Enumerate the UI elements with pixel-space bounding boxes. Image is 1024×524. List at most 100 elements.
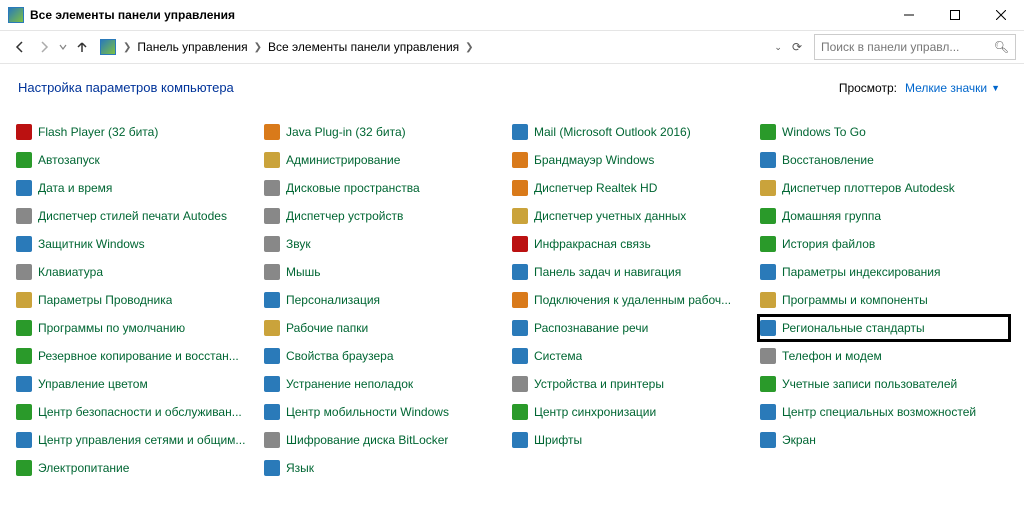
item-icon — [760, 320, 776, 336]
title-bar: Все элементы панели управления — [0, 0, 1024, 30]
item-label: Mail (Microsoft Outlook 2016) — [534, 125, 691, 139]
control-panel-item[interactable]: Диспетчер плоттеров Autodesk — [760, 177, 1008, 199]
control-panel-item[interactable]: Диспетчер стилей печати Autodes — [16, 205, 264, 227]
item-label: Домашняя группа — [782, 209, 881, 223]
maximize-button[interactable] — [932, 0, 978, 30]
control-panel-item[interactable]: Шифрование диска BitLocker — [264, 429, 512, 451]
control-panel-item[interactable]: Параметры Проводника — [16, 289, 264, 311]
control-panel-item[interactable]: Распознавание речи — [512, 317, 760, 339]
item-label: Шрифты — [534, 433, 582, 447]
control-panel-item[interactable]: Звук — [264, 233, 512, 255]
item-label: Программы и компоненты — [782, 293, 928, 307]
control-panel-item[interactable]: Шрифты — [512, 429, 760, 451]
control-panel-item[interactable]: Экран — [760, 429, 1008, 451]
breadcrumb-sep-icon: ❯ — [251, 42, 265, 53]
control-panel-item[interactable]: Брандмауэр Windows — [512, 149, 760, 171]
control-panel-item[interactable]: Рабочие папки — [264, 317, 512, 339]
item-icon — [264, 236, 280, 252]
control-panel-item[interactable]: Дата и время — [16, 177, 264, 199]
control-panel-item[interactable]: Восстановление — [760, 149, 1008, 171]
close-button[interactable] — [978, 0, 1024, 30]
control-panel-item[interactable]: Домашняя группа — [760, 205, 1008, 227]
control-panel-item[interactable]: Java Plug-in (32 бита) — [264, 121, 512, 143]
item-icon — [760, 124, 776, 140]
control-panel-item[interactable]: Центр мобильности Windows — [264, 401, 512, 423]
item-icon — [760, 264, 776, 280]
control-panel-item[interactable]: Устройства и принтеры — [512, 373, 760, 395]
item-label: Администрирование — [286, 153, 400, 167]
control-panel-item[interactable]: Персонализация — [264, 289, 512, 311]
item-label: Панель задач и навигация — [534, 265, 681, 279]
item-label: Диспетчер стилей печати Autodes — [38, 209, 227, 223]
control-panel-item[interactable]: Центр специальных возможностей — [760, 401, 1008, 423]
up-button[interactable] — [70, 35, 94, 59]
control-panel-item[interactable]: Система — [512, 345, 760, 367]
recent-locations-button[interactable] — [56, 35, 70, 59]
control-panel-item[interactable]: Клавиатура — [16, 261, 264, 283]
control-panel-item[interactable]: Администрирование — [264, 149, 512, 171]
breadcrumb-current[interactable]: Все элементы панели управления — [265, 40, 462, 54]
items-grid: Flash Player (32 бита) Java Plug-in (32 б… — [0, 103, 1024, 479]
control-panel-item[interactable]: Mail (Microsoft Outlook 2016) — [512, 121, 760, 143]
control-panel-item[interactable]: Панель задач и навигация — [512, 261, 760, 283]
item-label: Flash Player (32 бита) — [38, 125, 158, 139]
forward-button[interactable] — [32, 35, 56, 59]
control-panel-item[interactable]: Параметры индексирования — [760, 261, 1008, 283]
control-panel-item[interactable]: Центр синхронизации — [512, 401, 760, 423]
control-panel-item[interactable]: Windows To Go — [760, 121, 1008, 143]
item-icon — [264, 320, 280, 336]
control-panel-item[interactable]: Диспетчер устройств — [264, 205, 512, 227]
refresh-icon[interactable]: ⟳ — [792, 40, 802, 54]
item-icon — [760, 236, 776, 252]
control-panel-item[interactable]: Региональные стандарты — [760, 317, 1008, 339]
control-panel-item[interactable]: Учетные записи пользователей — [760, 373, 1008, 395]
control-panel-item[interactable]: Телефон и модем — [760, 345, 1008, 367]
control-panel-item[interactable]: Диспетчер Realtek HD — [512, 177, 760, 199]
item-label: Центр управления сетями и общим... — [38, 433, 245, 447]
item-label: История файлов — [782, 237, 875, 251]
item-label: Клавиатура — [38, 265, 103, 279]
item-icon — [16, 348, 32, 364]
view-selector[interactable]: Мелкие значки ▼ — [905, 81, 1000, 95]
control-panel-item[interactable]: Резервное копирование и восстан... — [16, 345, 264, 367]
search-placeholder: Поиск в панели управл... — [821, 40, 959, 54]
item-label: Дисковые пространства — [286, 181, 420, 195]
item-icon — [512, 320, 528, 336]
breadcrumb-root[interactable]: Панель управления — [134, 40, 250, 54]
control-panel-item[interactable]: Центр безопасности и обслуживан... — [16, 401, 264, 423]
control-panel-item[interactable]: Flash Player (32 бита) — [16, 121, 264, 143]
control-panel-item[interactable]: Язык — [264, 457, 512, 479]
item-icon — [16, 292, 32, 308]
control-panel-item[interactable]: Программы и компоненты — [760, 289, 1008, 311]
item-icon — [760, 432, 776, 448]
control-panel-item[interactable]: Диспетчер учетных данных — [512, 205, 760, 227]
control-panel-item[interactable]: Свойства браузера — [264, 345, 512, 367]
address-bar[interactable]: ❯ Панель управления ❯ Все элементы панел… — [100, 35, 808, 59]
address-control-panel-icon — [100, 39, 116, 55]
control-panel-item[interactable]: Инфракрасная связь — [512, 233, 760, 255]
control-panel-item[interactable]: Мышь — [264, 261, 512, 283]
control-panel-item[interactable]: Устранение неполадок — [264, 373, 512, 395]
item-label: Управление цветом — [38, 377, 148, 391]
item-label: Центр мобильности Windows — [286, 405, 449, 419]
control-panel-item[interactable]: Защитник Windows — [16, 233, 264, 255]
control-panel-item[interactable]: Автозапуск — [16, 149, 264, 171]
address-dropdown-icon[interactable]: ⌄ — [774, 42, 782, 53]
control-panel-item[interactable]: История файлов — [760, 233, 1008, 255]
control-panel-item[interactable]: Подключения к удаленным рабоч... — [512, 289, 760, 311]
minimize-button[interactable] — [886, 0, 932, 30]
window-title: Все элементы панели управления — [30, 8, 235, 22]
control-panel-item[interactable]: Электропитание — [16, 457, 264, 479]
item-label: Подключения к удаленным рабоч... — [534, 293, 731, 307]
control-panel-item[interactable]: Программы по умолчанию — [16, 317, 264, 339]
search-input[interactable]: Поиск в панели управл... 🔍︎ — [814, 34, 1016, 60]
item-icon — [16, 264, 32, 280]
item-label: Центр синхронизации — [534, 405, 656, 419]
control-panel-item[interactable]: Центр управления сетями и общим... — [16, 429, 264, 451]
control-panel-item[interactable]: Дисковые пространства — [264, 177, 512, 199]
item-label: Телефон и модем — [782, 349, 882, 363]
nav-bar: ❯ Панель управления ❯ Все элементы панел… — [0, 30, 1024, 64]
item-icon — [512, 376, 528, 392]
back-button[interactable] — [8, 35, 32, 59]
control-panel-item[interactable]: Управление цветом — [16, 373, 264, 395]
